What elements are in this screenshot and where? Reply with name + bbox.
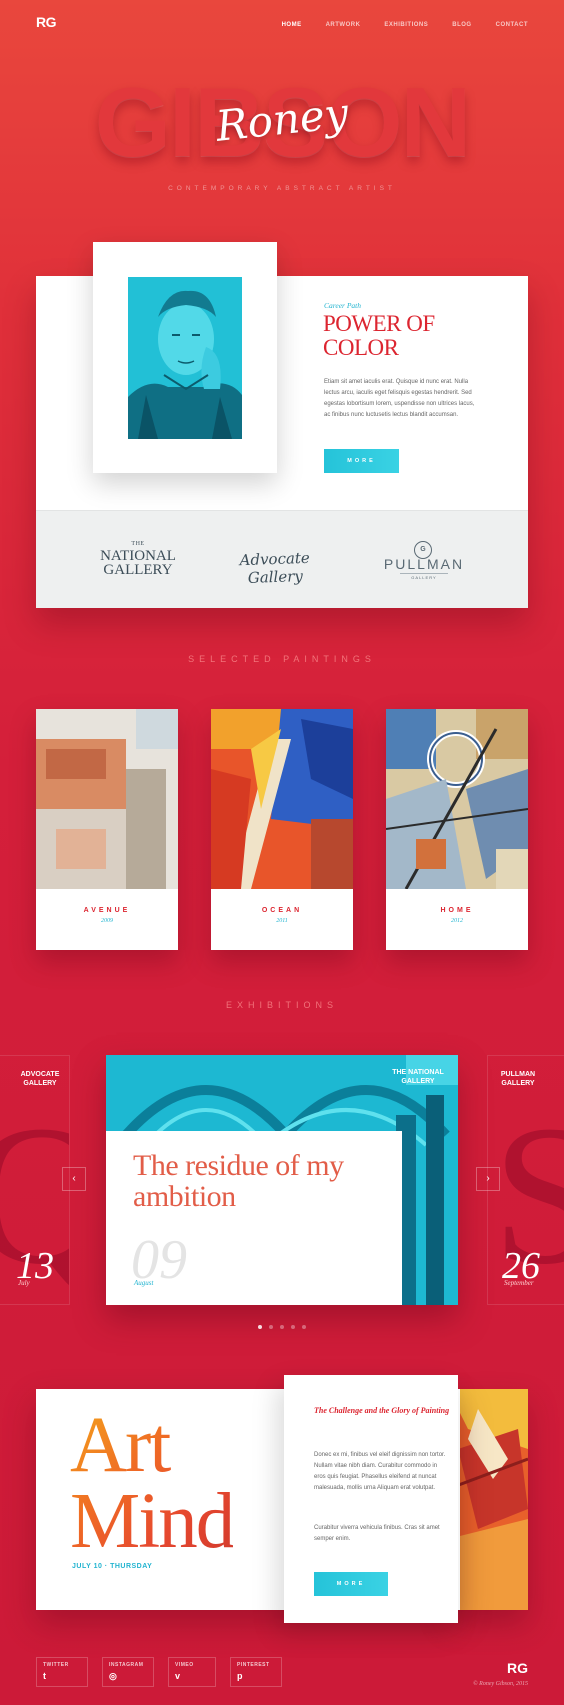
main-nav: HOME ARTWORK EXHIBITIONS BLOG CONTACT <box>282 22 528 28</box>
artmind-painting-image <box>448 1389 528 1610</box>
exhibition-main-venue: THE NATIONAL GALLERY <box>392 1069 444 1085</box>
nav-home[interactable]: HOME <box>282 22 302 28</box>
artmind-title-line2: Mind <box>70 1478 234 1565</box>
logo[interactable]: RG <box>36 14 57 30</box>
pinterest-icon: p <box>237 1671 243 1681</box>
exhibitions-section-title: EXHIBITIONS <box>225 1000 338 1010</box>
artmind-panel-text-1: Donec ex mi, finibus vel eleif dignissim… <box>314 1452 446 1491</box>
painting-year-home: 2012 <box>451 918 463 924</box>
pagination-dot-3[interactable] <box>280 1325 284 1329</box>
exhibition-next-button[interactable]: › <box>476 1167 500 1191</box>
instagram-icon: ◎ <box>109 1671 117 1681</box>
pagination-dot-1[interactable] <box>258 1325 262 1329</box>
social-twitter-label: TWITTER <box>43 1662 69 1668</box>
social-pinterest-label: PINTEREST <box>237 1662 270 1668</box>
artmind-title-line1: Art <box>70 1402 170 1489</box>
exhibition-left-month: July <box>18 1279 30 1287</box>
social-instagram-label: INSTAGRAM <box>109 1662 144 1668</box>
social-vimeo[interactable]: VIMEO v <box>168 1657 216 1687</box>
nav-contact[interactable]: CONTACT <box>496 22 528 28</box>
exhibition-main-month: August <box>134 1279 154 1287</box>
exhibition-prev-button[interactable]: ‹ <box>62 1167 86 1191</box>
social-pinterest[interactable]: PINTEREST p <box>230 1657 282 1687</box>
pagination-dot-2[interactable] <box>269 1325 273 1329</box>
national-gallery-logo-small: THE <box>131 541 145 547</box>
social-instagram[interactable]: INSTAGRAM ◎ <box>102 1657 154 1687</box>
nav-blog[interactable]: BLOG <box>452 22 471 28</box>
artmind-title: Art Mind <box>70 1408 233 1560</box>
exhibition-card-advocate[interactable]: Q ADVOCATE GALLERY 13 July <box>0 1055 70 1305</box>
about-label: Career Path <box>324 301 362 310</box>
advocate-gallery-logo[interactable]: Advocate Gallery <box>214 548 335 588</box>
painting-avenue-image[interactable] <box>36 709 178 889</box>
artmind-date: JULY 10 · THURSDAY <box>72 1563 153 1570</box>
hero-subtitle: CONTEMPORARY ABSTRACT ARTIST <box>168 185 396 192</box>
about-more-button[interactable]: MORE <box>324 449 399 473</box>
paintings-section-title: SELECTED PAINTINGS <box>188 654 376 664</box>
social-twitter[interactable]: TWITTER t <box>36 1657 88 1687</box>
twitter-icon: t <box>43 1671 46 1681</box>
footer-logo[interactable]: RG <box>507 1660 528 1676</box>
painting-name-home: HOME <box>440 907 474 914</box>
about-text: Etiam sit amet iaculis erat. Quisque id … <box>324 379 475 418</box>
painting-name-ocean: OCEAN <box>261 907 303 914</box>
exhibition-pagination <box>0 1325 564 1329</box>
about-title: POWER OF COLOR <box>323 311 435 360</box>
painting-year-avenue: 2009 <box>101 918 113 924</box>
exhibition-left-venue: ADVOCATE GALLERY <box>20 1071 60 1087</box>
pagination-dot-5[interactable] <box>302 1325 306 1329</box>
exhibition-main-title: The residue of my ambition <box>133 1149 344 1213</box>
social-vimeo-label: VIMEO <box>175 1662 194 1668</box>
nav-artwork[interactable]: ARTWORK <box>326 22 361 28</box>
pullman-gallery-subtitle: GALLERY <box>400 573 448 580</box>
artmind-panel-title: The Challenge and the Glory of Painting <box>314 1406 450 1415</box>
national-gallery-logo[interactable]: NATIONAL GALLERY <box>91 549 185 578</box>
pullman-gallery-logo[interactable]: PULLMAN <box>376 556 472 572</box>
artmind-more-button[interactable]: MORE <box>314 1572 388 1596</box>
painting-year-ocean: 2011 <box>276 918 288 924</box>
exhibition-right-venue: PULLMAN GALLERY <box>500 1071 536 1087</box>
vimeo-icon: v <box>175 1671 181 1681</box>
exhibition-right-month: September <box>504 1279 534 1287</box>
pagination-dot-4[interactable] <box>291 1325 295 1329</box>
painting-home-image[interactable] <box>386 709 528 889</box>
copyright: © Roney Gibson, 2015 <box>473 1681 528 1687</box>
painting-name-avenue: AVENUE <box>83 907 131 914</box>
artist-portrait <box>128 277 242 439</box>
painting-ocean-image[interactable] <box>211 709 353 889</box>
nav-exhibitions[interactable]: EXHIBITIONS <box>384 22 428 28</box>
artmind-panel-text-2: Curabitur viverra vehicula finibus. Cras… <box>314 1525 440 1542</box>
